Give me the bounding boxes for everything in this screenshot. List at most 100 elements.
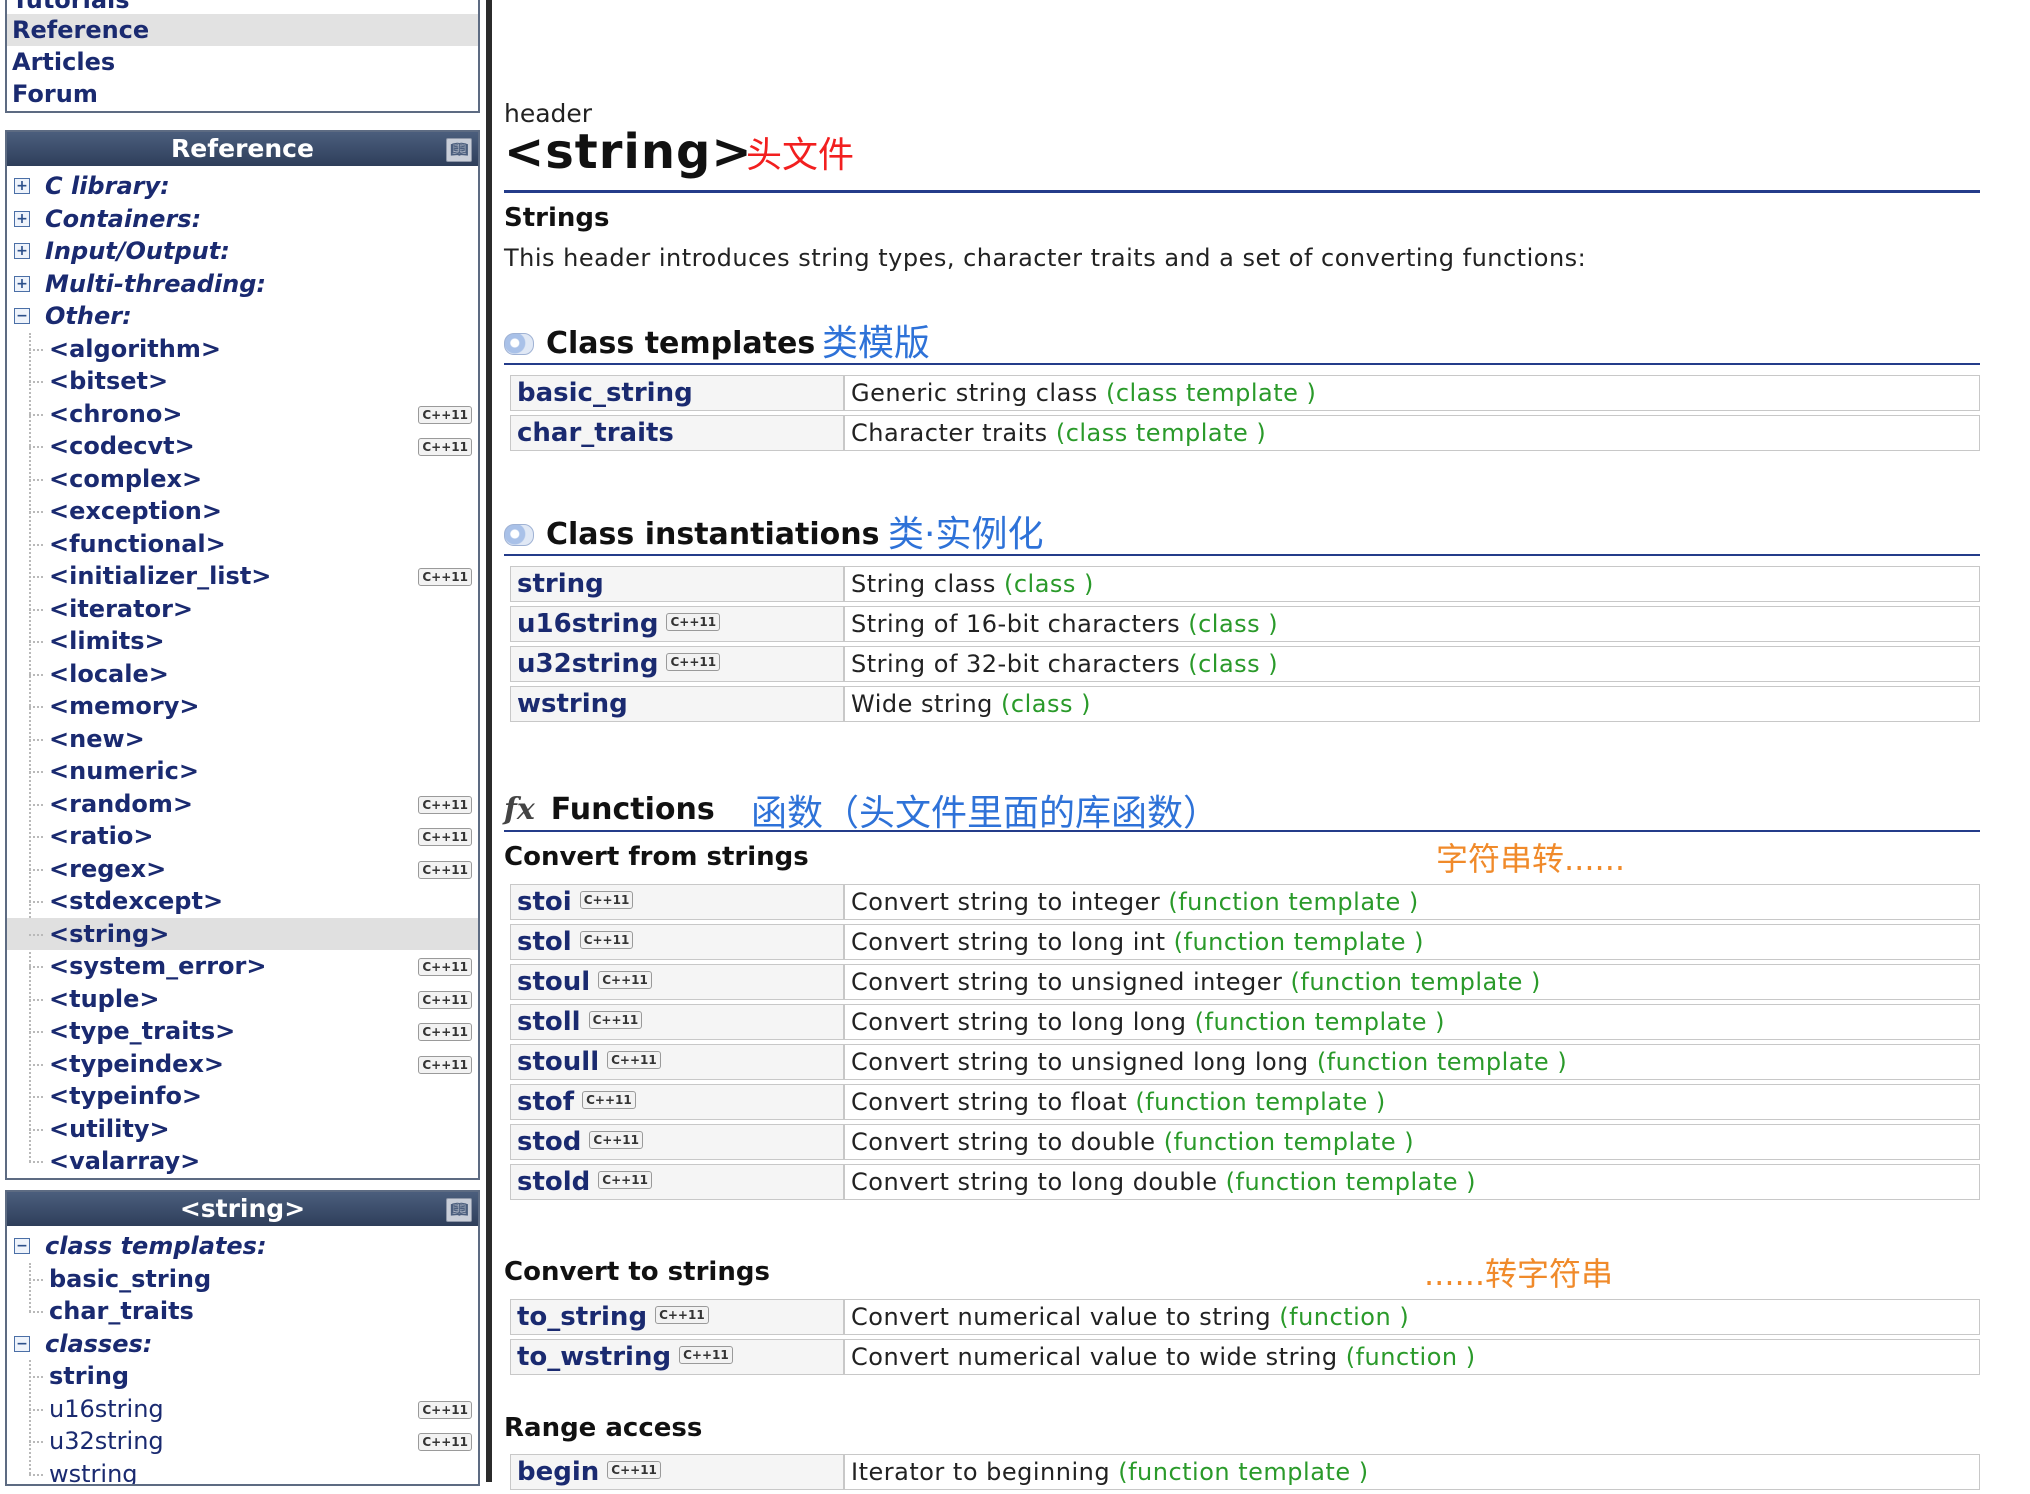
tree-category[interactable]: + Multi-threading: (7, 268, 478, 301)
tree-item-label: <typeindex> (49, 1049, 225, 1078)
cpp11-badge: C++11 (598, 1170, 652, 1189)
tree-category[interactable]: − classes: (7, 1328, 478, 1361)
tree-category[interactable]: + C library: (7, 170, 478, 203)
tree-item-label: <complex> (49, 464, 203, 493)
collapse-icon[interactable]: − (14, 1335, 30, 1352)
tree-item-label: <bitset> (49, 367, 169, 395)
entry-link[interactable]: stol (517, 927, 572, 957)
expand-icon[interactable]: + (14, 210, 30, 227)
tree-item[interactable]: <exception> (7, 495, 478, 528)
nav-link-tutorials[interactable]: Tutorials (7, 0, 478, 14)
entry-link[interactable]: u32string (517, 649, 658, 679)
tree-item[interactable]: char_traits (7, 1295, 478, 1328)
tree-item[interactable]: <new> (7, 723, 478, 756)
tree-item[interactable]: <string> (7, 917, 478, 950)
tree-item-label: u16string (49, 1394, 164, 1423)
tree-item[interactable]: <chrono> C++11 (7, 398, 478, 431)
tree-item[interactable]: <numeric> (7, 755, 478, 788)
tree-item[interactable]: string (7, 1360, 478, 1393)
entry-link[interactable]: string (517, 569, 604, 599)
tree-item[interactable]: u32string C++11 (7, 1425, 478, 1458)
entry-description: String class (851, 570, 996, 598)
tree-category[interactable]: + Input/Output: (7, 235, 478, 268)
tree-item[interactable]: <type_traits> C++11 (7, 1015, 478, 1048)
tree-item[interactable]: <typeindex> C++11 (7, 1048, 478, 1081)
expand-icon[interactable]: + (14, 178, 30, 194)
tree-item[interactable]: <system_error> C++11 (7, 950, 478, 983)
entry-link[interactable]: stold (517, 1167, 590, 1197)
entry-description: Convert string to double (851, 1128, 1156, 1156)
tree-connector (29, 1096, 43, 1098)
tree-item[interactable]: <regex> C++11 (7, 853, 478, 886)
tree-item[interactable]: <ratio> C++11 (7, 820, 478, 853)
nav-link-reference[interactable]: Reference (7, 14, 478, 46)
tree-item[interactable]: basic_string (7, 1263, 478, 1296)
nav-link-articles[interactable]: Articles (7, 46, 478, 78)
tree-connector (29, 543, 43, 546)
expand-icon[interactable]: + (14, 275, 30, 292)
tree-connector (29, 933, 43, 936)
entry-link[interactable]: to_string (517, 1302, 647, 1332)
entry-link[interactable]: u16string (517, 609, 658, 639)
fx-icon: fx (504, 792, 535, 827)
tree-item[interactable]: <locale> (7, 658, 478, 691)
cpp11-badge: C++11 (607, 1050, 661, 1069)
strings-title: Strings (504, 203, 610, 233)
tree-connector (29, 836, 43, 838)
tree-item[interactable]: <bitset> (7, 365, 478, 398)
entry-link[interactable]: basic_string (517, 378, 693, 408)
book-icon[interactable]: 📖︎ (446, 1198, 472, 1222)
tree-item[interactable]: <complex> (7, 463, 478, 496)
entry-kind: (function template ) (1135, 1088, 1386, 1116)
tree-item-label: <memory> (49, 692, 200, 720)
cpp11-badge: C++11 (418, 860, 472, 879)
tree-item[interactable]: <functional> (7, 528, 478, 561)
reference-panel-header: Reference 📖︎ (7, 132, 478, 166)
tree-item[interactable]: u16string C++11 (7, 1393, 478, 1426)
entry-link[interactable]: stoll (517, 1007, 581, 1037)
tree-item[interactable]: <utility> (7, 1113, 478, 1146)
entry-link[interactable]: begin (517, 1457, 599, 1487)
tree-item[interactable]: <valarray> (7, 1145, 478, 1178)
entry-link[interactable]: stod (517, 1127, 581, 1157)
book-icon[interactable]: 📖︎ (446, 138, 472, 162)
tree-category[interactable]: − Other: (7, 300, 478, 333)
tree-connector (29, 478, 43, 481)
tree-item[interactable]: <algorithm> (7, 333, 478, 366)
expand-icon[interactable]: + (14, 243, 30, 259)
tree-item[interactable]: <typeinfo> (7, 1080, 478, 1113)
nav-link-forum[interactable]: Forum (7, 78, 478, 110)
entry-link[interactable]: wstring (517, 689, 628, 719)
cpp11-badge: C++11 (679, 1345, 733, 1364)
tree-item[interactable]: <initializer_list> C++11 (7, 560, 478, 593)
tree-item[interactable]: <tuple> C++11 (7, 983, 478, 1016)
entry-link[interactable]: stof (517, 1087, 574, 1117)
convert-to-title: Convert to strings (504, 1257, 770, 1287)
entry-kind: (function template ) (1290, 968, 1541, 996)
tree-connector (29, 641, 43, 643)
tree-category-label: classes: (45, 1329, 153, 1358)
entry-link[interactable]: to_wstring (517, 1342, 671, 1372)
entry-name-cell: stoll C++11 (510, 1004, 844, 1040)
entry-link[interactable]: stoul (517, 967, 590, 997)
reference-row: stod C++11 Convert string to double (funct… (510, 1124, 1980, 1160)
entry-description: String of 32-bit characters (851, 650, 1181, 678)
entry-link[interactable]: stoull (517, 1047, 599, 1077)
reference-row: char_traits Character traits (class templ… (510, 415, 1980, 451)
class-instantiations-rule (504, 554, 1980, 556)
tree-item[interactable]: <iterator> (7, 593, 478, 626)
entry-kind: (function template ) (1163, 1128, 1415, 1156)
tree-connector (29, 771, 43, 773)
tree-item[interactable]: <random> C++11 (7, 788, 478, 821)
tree-item[interactable]: <codecvt> C++11 (7, 430, 478, 463)
collapse-icon[interactable]: − (14, 1238, 30, 1254)
tree-category[interactable]: − class templates: (7, 1230, 478, 1263)
tree-item[interactable]: <stdexcept> (7, 885, 478, 918)
tree-category[interactable]: + Containers: (7, 203, 478, 236)
entry-link[interactable]: stoi (517, 887, 572, 917)
tree-item[interactable]: <memory> (7, 690, 478, 723)
cpp11-badge: C++11 (582, 1090, 636, 1109)
entry-link[interactable]: char_traits (517, 418, 674, 448)
tree-item[interactable]: <limits> (7, 625, 478, 658)
collapse-icon[interactable]: − (14, 308, 30, 324)
